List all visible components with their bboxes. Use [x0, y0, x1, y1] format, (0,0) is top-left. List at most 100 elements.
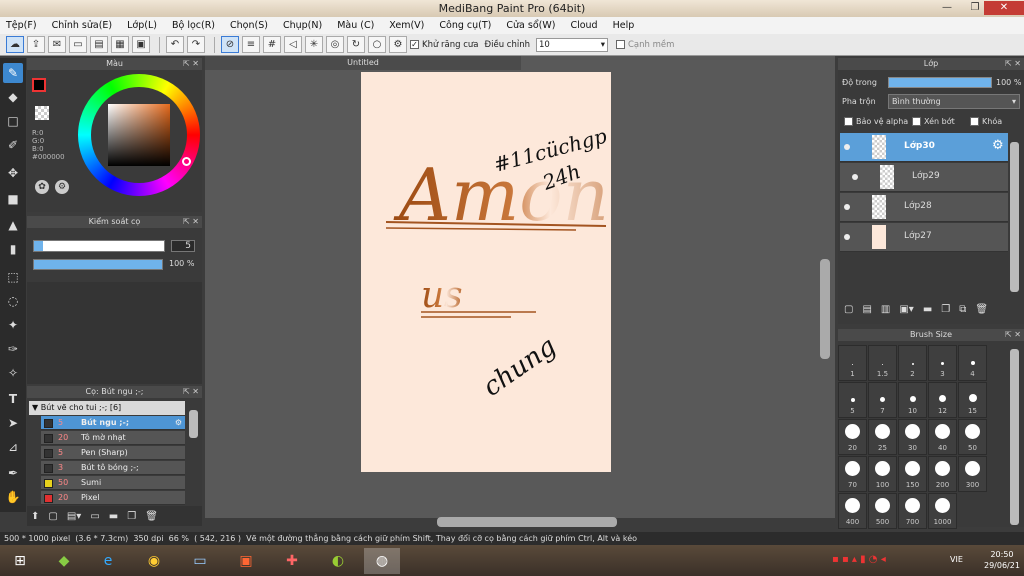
- new-halftone-layer-icon[interactable]: ▤: [862, 304, 871, 315]
- panel-icon[interactable]: ▣: [132, 36, 150, 53]
- brush-size-option[interactable]: 2: [898, 345, 927, 381]
- brush-size-option[interactable]: 10: [898, 382, 927, 418]
- lock-checkbox[interactable]: [970, 117, 979, 126]
- grid-snap-icon[interactable]: #: [263, 36, 281, 53]
- duplicate-icon[interactable]: ❐: [127, 511, 136, 522]
- menu-help[interactable]: Help: [613, 20, 635, 31]
- brush-size-option[interactable]: 1.5: [868, 345, 897, 381]
- brush-size-option[interactable]: 70: [838, 456, 867, 492]
- tray-icons[interactable]: ▪ ▪ ▴ ▮ ◔ ◂: [832, 554, 886, 565]
- layer-settings-gear-icon[interactable]: ⚙: [992, 138, 1004, 153]
- shape-tool-icon[interactable]: □: [3, 111, 23, 131]
- panel-pin-close-icon[interactable]: ⇱ ✕: [1005, 329, 1021, 341]
- palette-icon[interactable]: ✿: [35, 180, 49, 194]
- panel-pin-close-icon[interactable]: ⇱ ✕: [1005, 58, 1021, 70]
- menu-file[interactable]: Tệp(F): [6, 20, 37, 31]
- upload-icon[interactable]: ⇪: [27, 36, 45, 53]
- brush-list-item[interactable]: 50 Sumi: [41, 476, 185, 490]
- page-icon[interactable]: ▤: [90, 36, 108, 53]
- hand-tool-icon[interactable]: ✋: [3, 487, 23, 507]
- layer-opacity-slider[interactable]: [888, 77, 992, 88]
- app-icon[interactable]: ✚: [274, 548, 310, 574]
- bluestacks-icon[interactable]: ◆: [46, 548, 82, 574]
- menu-filter[interactable]: Bộ lọc(R): [172, 20, 215, 31]
- protect-alpha-checkbox[interactable]: [844, 117, 853, 126]
- document-canvas[interactable]: Among #11cüchgp 24h us chung: [361, 72, 655, 472]
- new-8bit-layer-icon[interactable]: ▥: [881, 304, 890, 315]
- chrome-icon[interactable]: ◉: [136, 548, 172, 574]
- visibility-eye-icon[interactable]: [852, 174, 858, 180]
- windows-start-icon[interactable]: ⊞: [2, 548, 38, 574]
- duplicate-layer-icon[interactable]: ❐: [941, 304, 950, 315]
- menu-layer[interactable]: Lớp(L): [127, 20, 157, 31]
- brush-size-option[interactable]: 500: [868, 493, 897, 529]
- bucket-tool-icon[interactable]: ▲: [3, 215, 23, 235]
- brush-size-option[interactable]: 15: [958, 382, 987, 418]
- menu-snap[interactable]: Chụp(N): [283, 20, 322, 31]
- brush-tool-icon[interactable]: ✎: [3, 63, 23, 83]
- brush-size-option[interactable]: 5: [838, 382, 867, 418]
- layer-row[interactable]: Lớp29: [840, 163, 1008, 192]
- trash-icon[interactable]: 🗑: [145, 511, 158, 522]
- brush-size-option[interactable]: 20: [838, 419, 867, 455]
- brush-size-option[interactable]: 200: [928, 456, 957, 492]
- menu-edit[interactable]: Chỉnh sửa(E): [52, 20, 113, 31]
- brush-size-option[interactable]: 50: [958, 419, 987, 455]
- dot-brush-icon[interactable]: ✐: [3, 135, 23, 155]
- download-brush-icon[interactable]: ⬆: [31, 511, 39, 522]
- soft-edge-checkbox[interactable]: [615, 40, 625, 49]
- brush-size-value[interactable]: 5: [171, 240, 195, 252]
- brush-size-option[interactable]: 150: [898, 456, 927, 492]
- menu-cloud[interactable]: Cloud: [570, 20, 597, 31]
- file-explorer-icon[interactable]: ▭: [182, 548, 218, 574]
- panel-pin-close-icon[interactable]: ⇱ ✕: [183, 386, 199, 398]
- select-pen-icon[interactable]: ✑: [3, 339, 23, 359]
- gradient-tool-icon[interactable]: ▮: [3, 239, 23, 259]
- comment-icon[interactable]: ✉: [48, 36, 66, 53]
- operation-tool-icon[interactable]: ➤: [3, 413, 23, 433]
- brush-size-option[interactable]: 25: [868, 419, 897, 455]
- brush-size-option[interactable]: 1: [838, 345, 867, 381]
- medibang-icon[interactable]: ◍: [364, 548, 400, 574]
- merge-layer-icon[interactable]: ⧉: [959, 304, 966, 315]
- circle-snap-icon[interactable]: ◎: [326, 36, 344, 53]
- correction-select[interactable]: 10 ▾: [535, 37, 608, 52]
- office-icon[interactable]: ▣: [228, 548, 264, 574]
- settings-gear-icon[interactable]: ⚙: [389, 36, 407, 53]
- coccoc-icon[interactable]: ◐: [320, 548, 356, 574]
- brush-list-item[interactable]: 5 Pen (Sharp): [41, 446, 185, 460]
- delete-layer-icon[interactable]: 🗑: [975, 304, 988, 315]
- panel-pin-close-icon[interactable]: ⇱ ✕: [183, 58, 199, 70]
- layer-list-scrollbar[interactable]: [1010, 142, 1019, 292]
- layer-row[interactable]: Lớp27: [840, 223, 1008, 252]
- internet-explorer-icon[interactable]: e: [90, 548, 126, 574]
- folder-icon[interactable]: ▬: [109, 511, 118, 522]
- menu-color[interactable]: Màu (C): [337, 20, 374, 31]
- antialias-toggle[interactable]: ✓ Khử răng cưa: [410, 40, 479, 50]
- layer-row[interactable]: Lớp30 ⚙: [840, 133, 1008, 162]
- brush-size-option[interactable]: 4: [958, 345, 987, 381]
- opacity-slider[interactable]: [33, 259, 163, 270]
- minimize-button[interactable]: —: [934, 1, 960, 15]
- saturation-value-square[interactable]: [108, 104, 170, 166]
- lock-toggle[interactable]: Khóa: [970, 117, 1002, 126]
- brush-size-option[interactable]: 1000: [928, 493, 957, 529]
- brush-size-option[interactable]: 12: [928, 382, 957, 418]
- brush-list-item[interactable]: 20 Tô mờ nhạt: [41, 431, 185, 445]
- brush-group-row[interactable]: ▼ Bút vẽ cho tui ;-; [6]: [29, 401, 185, 415]
- brush-size-option[interactable]: 30: [898, 419, 927, 455]
- panel-pin-close-icon[interactable]: ⇱ ✕: [183, 216, 199, 228]
- menu-view[interactable]: Xem(V): [389, 20, 424, 31]
- close-button[interactable]: ✕: [984, 1, 1024, 15]
- eyedropper-icon[interactable]: ✒: [3, 463, 23, 483]
- clipping-checkbox[interactable]: [912, 117, 921, 126]
- palette-settings-icon[interactable]: ⚙: [55, 180, 69, 194]
- redo-icon[interactable]: ↷: [187, 36, 205, 53]
- protect-alpha-toggle[interactable]: Bảo vệ alpha: [844, 117, 908, 126]
- brush-list-item[interactable]: 5 Bút ngu ;-; ⚙: [41, 416, 185, 430]
- menu-select[interactable]: Chọn(S): [230, 20, 268, 31]
- add-layer-menu-icon[interactable]: ▣▾: [899, 304, 913, 315]
- lasso-tool-icon[interactable]: ◌: [3, 291, 23, 311]
- hue-ring[interactable]: [78, 74, 200, 196]
- brush-size-slider[interactable]: [33, 240, 165, 252]
